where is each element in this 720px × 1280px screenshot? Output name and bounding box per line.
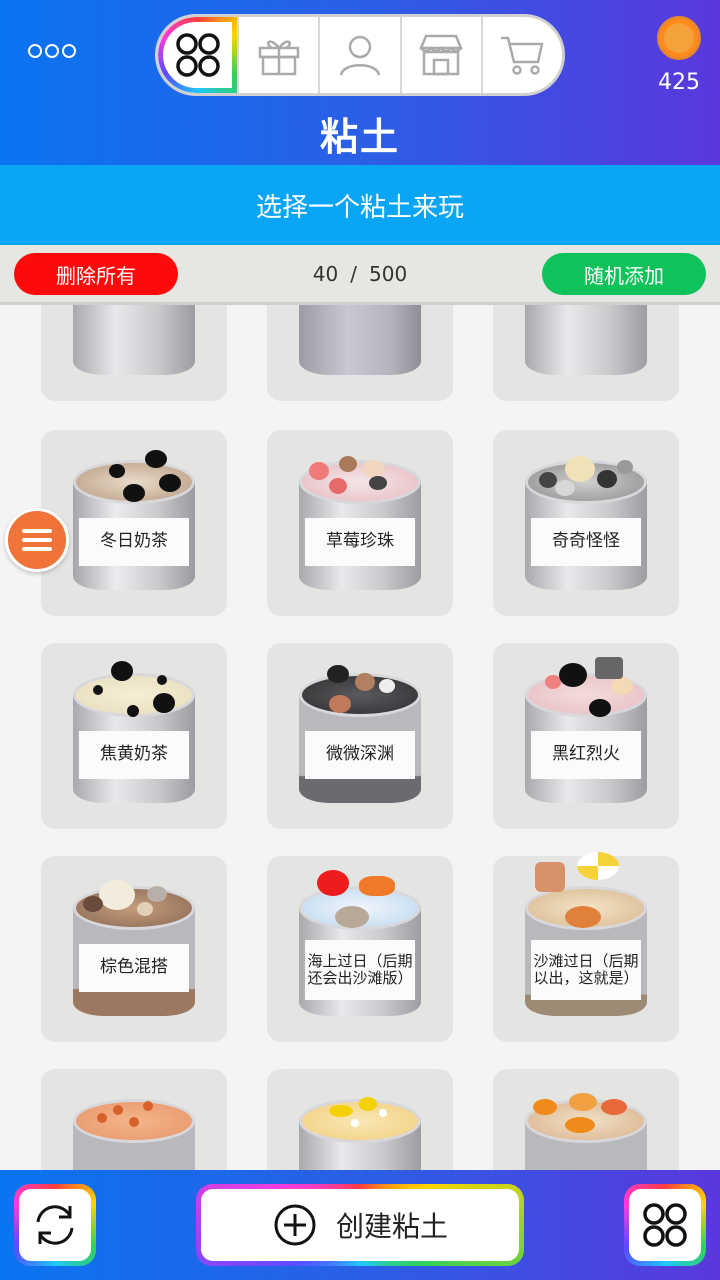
clay-jar-image: [73, 1089, 195, 1170]
grid-view-button[interactable]: [624, 1184, 706, 1266]
side-menu-button[interactable]: [5, 508, 69, 572]
coin-count: 425: [658, 70, 700, 95]
create-clay-button[interactable]: 创建粘土: [196, 1184, 524, 1266]
refresh-button[interactable]: [14, 1184, 96, 1266]
grid-icon: [175, 33, 220, 77]
clay-jar-image: [525, 305, 647, 385]
random-add-button[interactable]: 随机添加: [542, 253, 706, 295]
action-bar: 删除所有 40 / 500 随机添加: [0, 245, 720, 305]
clay-card-label: 海上过日（后期还会出沙滩版）: [305, 940, 415, 1000]
clay-card[interactable]: [493, 1069, 679, 1170]
clay-card[interactable]: [493, 305, 679, 401]
clay-card[interactable]: 海上过日（后期还会出沙滩版）: [267, 856, 453, 1042]
counter-separator: /: [350, 262, 357, 286]
clay-jar-image: 微微深渊: [299, 663, 421, 813]
clay-jar-image: 黑红烈火: [525, 657, 647, 813]
create-clay-label: 创建粘土: [335, 1210, 448, 1243]
clay-jar-image: [73, 305, 195, 385]
tab-clay-grid[interactable]: [158, 17, 240, 93]
clay-jar-image: [299, 1089, 421, 1170]
clay-card[interactable]: 沙滩过日（后期以出，这就是）: [493, 852, 679, 1042]
clay-card[interactable]: 焦黄奶茶: [41, 643, 227, 829]
clay-counter: 40 / 500: [260, 245, 460, 303]
clay-card[interactable]: 棕色混搭: [41, 856, 227, 1042]
clay-card[interactable]: 草莓珍珠: [267, 430, 453, 616]
clay-jar-image: 棕色混搭: [73, 876, 195, 1026]
tab-gift[interactable]: [239, 17, 321, 93]
clay-card[interactable]: [267, 1069, 453, 1170]
clay-card-label: 焦黄奶茶: [79, 731, 189, 779]
clay-card-label: 草莓珍珠: [305, 518, 415, 566]
clay-card-label: 奇奇怪怪: [531, 518, 641, 566]
clay-card[interactable]: 黑红烈火: [493, 643, 679, 829]
hamburger-icon: [22, 529, 52, 533]
clay-jar-image: 奇奇怪怪: [525, 450, 647, 600]
bottom-bar: 创建粘土: [0, 1170, 720, 1280]
clay-grid: 冬日奶茶 草莓珍珠 奇奇怪怪 焦黄奶茶 微微深渊 黑红烈火 棕色混搭 海上过日（…: [0, 305, 720, 1170]
clay-card-label: 棕色混搭: [79, 944, 189, 992]
page-title: 粘土: [319, 115, 400, 159]
clay-card[interactable]: 冬日奶茶: [41, 430, 227, 616]
clay-jar-image: 海上过日（后期还会出沙滩版）: [299, 870, 421, 1026]
clay-card-label: 沙滩过日（后期以出，这就是）: [531, 940, 641, 1000]
top-header: 425 粘土: [0, 0, 720, 165]
clay-card-label: 黑红烈火: [531, 731, 641, 779]
clay-jar-image: 草莓珍珠: [299, 450, 421, 600]
clay-jar-image: 冬日奶茶: [73, 450, 195, 600]
main-tab-bar: [155, 14, 565, 96]
clay-card[interactable]: [267, 305, 453, 401]
more-menu-icon[interactable]: [28, 44, 76, 58]
person-icon: [339, 35, 381, 76]
shop-icon: [419, 34, 464, 76]
clay-card[interactable]: [41, 1069, 227, 1170]
gift-icon: [258, 40, 300, 76]
refresh-icon: [36, 1205, 74, 1245]
clay-card-label: 微微深渊: [305, 731, 415, 779]
plus-circle-icon: [274, 1204, 316, 1246]
clay-card[interactable]: 奇奇怪怪: [493, 430, 679, 616]
grid-icon: [643, 1203, 687, 1247]
tab-profile[interactable]: [320, 17, 402, 93]
clay-jar-image: 沙滩过日（后期以出，这就是）: [525, 852, 647, 1026]
clay-card[interactable]: 微微深渊: [267, 643, 453, 829]
coin-balance[interactable]: 425: [655, 16, 703, 95]
delete-all-button[interactable]: 删除所有: [14, 253, 178, 295]
subtitle-banner: 选择一个粘土来玩: [0, 165, 720, 245]
clay-count: 40: [312, 262, 339, 286]
clay-card-label: 冬日奶茶: [79, 518, 189, 566]
tab-cart[interactable]: [483, 17, 562, 93]
cart-icon: [501, 36, 544, 75]
clay-max: 500: [369, 262, 408, 286]
clay-card[interactable]: [41, 305, 227, 401]
clay-jar-image: [299, 305, 421, 385]
tab-shop[interactable]: [402, 17, 483, 93]
clay-jar-image: [525, 1089, 647, 1170]
clay-jar-image: 焦黄奶茶: [73, 661, 195, 813]
coin-icon: [657, 16, 701, 60]
